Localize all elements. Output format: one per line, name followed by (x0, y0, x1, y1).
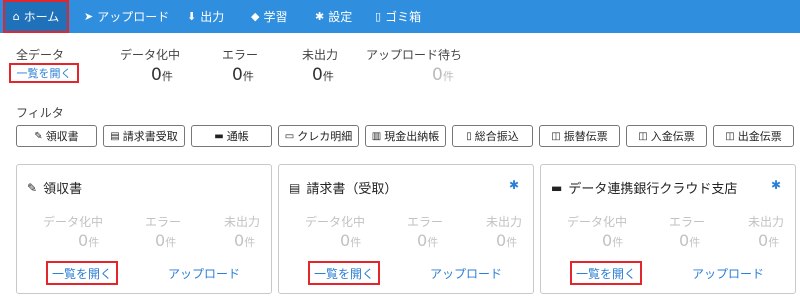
card-error-value: 0件 (417, 231, 439, 250)
card-upload-link[interactable]: アップロード (168, 265, 240, 282)
summary-processing-value: 0件 (151, 65, 173, 85)
receipt-icon: ✎ (27, 180, 38, 195)
summary-processing-label: データ化中 (120, 48, 181, 62)
filter-voucher-label: 振替伝票 (563, 130, 608, 143)
voucher-icon: ◫ (551, 130, 561, 142)
trash-icon: ▯ (375, 10, 382, 23)
card-error-label: エラー (145, 215, 182, 229)
summary-error-value: 0件 (232, 65, 254, 85)
card-invoice: ▤ 請求書（受取） ✱ データ化中 0件 エラー 0件 未出力 0件 一覧を開く… (278, 164, 534, 294)
summary-upload-waiting-value: 0件 (432, 65, 454, 85)
nav-trash[interactable]: ▯ ゴミ箱 (375, 0, 421, 33)
card-open-list-button[interactable]: 一覧を開く (570, 261, 643, 285)
top-nav: ⌂ ホーム ➤ アップロード ⬇ 出力 ◆ 学習 ✱ 設定 ▯ ゴミ箱 (0, 0, 800, 33)
all-data-label: 全データ (16, 48, 65, 62)
filter-deposit-voucher-button[interactable]: ◫ 入金伝票 (626, 125, 707, 147)
download-icon: ⬇ (187, 10, 197, 23)
all-data-open-link[interactable]: 一覧を開く (9, 63, 79, 83)
nav-output-label: 出力 (200, 10, 225, 24)
card-open-list-button[interactable]: 一覧を開く (308, 261, 381, 285)
nav-output[interactable]: ⬇ 出力 (187, 0, 224, 33)
filter-bankbook-label: 通帳 (226, 130, 249, 143)
graduation-cap-icon: ◆ (251, 10, 260, 23)
card-processing-value: 0件 (78, 231, 100, 250)
card-processing-value: 0件 (340, 231, 362, 250)
card-receipt: ✎ 領収書 データ化中 0件 エラー 0件 未出力 0件 一覧を開く アップロー… (16, 164, 272, 294)
nav-learning[interactable]: ◆ 学習 (251, 0, 287, 33)
filter-deposit-voucher-label: 入金伝票 (650, 130, 695, 143)
gear-icon[interactable]: ✱ (771, 178, 781, 192)
card-error-label: エラー (407, 215, 444, 229)
nav-upload[interactable]: ➤ アップロード (84, 0, 169, 33)
card-processing-label: データ化中 (567, 215, 628, 229)
bankbook-icon: ▬ (214, 130, 224, 142)
invoice-icon: ▤ (289, 180, 301, 195)
card-title: ✎ 領収書 (27, 178, 83, 198)
card-unexported-value: 0件 (496, 231, 518, 250)
card-unexported-label: 未出力 (486, 215, 523, 229)
nav-home-label: ホーム (23, 10, 60, 24)
filter-receipt-button[interactable]: ✎ 領収書 (16, 125, 97, 147)
summary-unexported-label: 未出力 (302, 48, 339, 62)
filter-voucher-button[interactable]: ◫ 振替伝票 (539, 125, 620, 147)
filter-bankbook-button[interactable]: ▬ 通帳 (191, 125, 272, 147)
filter-invoice-label: 請求書受取 (122, 130, 178, 143)
card-processing-label: データ化中 (305, 215, 366, 229)
card-title: ▬ データ連携銀行クラウド支店 (551, 178, 738, 198)
receipt-icon: ✎ (34, 130, 43, 142)
filter-credit-card-label: クレカ明細 (297, 130, 353, 143)
card-title-label: データ連携銀行クラウド支店 (568, 182, 738, 197)
cashbook-icon: ▥ (371, 130, 382, 142)
bankbook-icon: ▬ (551, 180, 563, 195)
credit-card-icon: ▭ (284, 130, 295, 142)
card-unexported-label: 未出力 (224, 215, 261, 229)
all-data-open-link-label: 一覧を開く (16, 67, 72, 80)
nav-settings[interactable]: ✱ 設定 (315, 0, 352, 33)
filter-cashbook-button[interactable]: ▥ 現金出納帳 (365, 125, 446, 147)
card-title-label: 領収書 (43, 182, 83, 197)
card-error-value: 0件 (679, 231, 701, 250)
filter-invoice-button[interactable]: ▤ 請求書受取 (103, 125, 185, 147)
transfer-icon: ▯ (466, 130, 472, 142)
summary-upload-waiting-label: アップロード待ち (366, 48, 463, 62)
filter-withdrawal-voucher-button[interactable]: ◫ 出金伝票 (713, 125, 794, 147)
filter-withdrawal-voucher-label: 出金伝票 (737, 130, 782, 143)
filter-transfer-button[interactable]: ▯ 総合振込 (452, 125, 533, 147)
nav-learning-label: 学習 (263, 10, 288, 24)
send-icon: ➤ (84, 10, 94, 23)
withdrawal-voucher-icon: ◫ (725, 130, 735, 142)
card-unexported-value: 0件 (234, 231, 256, 250)
card-unexported-value: 0件 (758, 231, 780, 250)
gear-icon[interactable]: ✱ (509, 178, 519, 192)
nav-upload-label: アップロード (97, 10, 170, 24)
invoice-icon: ▤ (110, 130, 120, 142)
card-unexported-label: 未出力 (748, 215, 785, 229)
nav-trash-label: ゴミ箱 (385, 10, 422, 24)
home-icon: ⌂ (12, 10, 20, 23)
card-error-value: 0件 (155, 231, 177, 250)
filter-receipt-label: 領収書 (45, 130, 79, 143)
card-title-label: 請求書（受取） (306, 182, 398, 197)
summary-unexported-value: 0件 (312, 65, 334, 85)
summary-error-label: エラー (222, 48, 259, 62)
card-error-label: エラー (669, 215, 706, 229)
filter-label: フィルタ (16, 106, 64, 120)
nav-settings-label: 設定 (328, 10, 353, 24)
filter-credit-card-button[interactable]: ▭ クレカ明細 (278, 125, 359, 147)
filter-transfer-label: 総合振込 (474, 130, 519, 143)
card-processing-value: 0件 (602, 231, 624, 250)
card-upload-link[interactable]: アップロード (430, 265, 502, 282)
deposit-voucher-icon: ◫ (638, 130, 648, 142)
nav-home[interactable]: ⌂ ホーム (3, 0, 69, 33)
card-title: ▤ 請求書（受取） (289, 178, 398, 198)
filter-cashbook-label: 現金出納帳 (384, 130, 440, 143)
card-upload-link[interactable]: アップロード (692, 265, 764, 282)
gear-icon: ✱ (315, 10, 325, 23)
card-processing-label: データ化中 (43, 215, 104, 229)
card-bank-cloud-branch: ▬ データ連携銀行クラウド支店 ✱ データ化中 0件 エラー 0件 未出力 0件… (540, 164, 796, 294)
card-open-list-button[interactable]: 一覧を開く (46, 261, 119, 285)
